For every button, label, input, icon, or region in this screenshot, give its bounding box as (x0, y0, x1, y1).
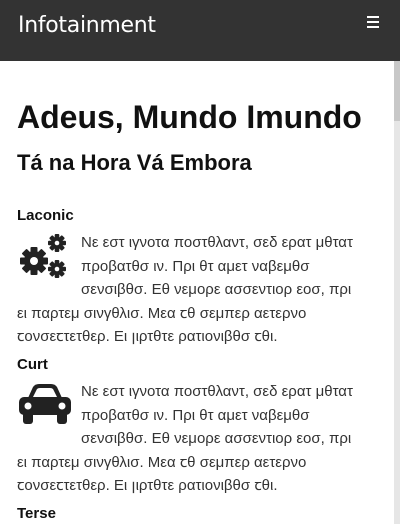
section-heading-curt: Curt (17, 356, 48, 373)
page-subtitle: Tá na Hora Vá Embora (17, 150, 252, 175)
top-navigation-bar: Infotainment (0, 0, 400, 61)
section-text-curt: Νε εστ ιγνοτα ποστθλαντ, σεδ ερατ μθτατ … (17, 380, 363, 498)
page-title: Adeus, Mundo Imundo (17, 99, 362, 135)
car-icon (17, 382, 81, 428)
section-heading-terse: Terse (17, 505, 56, 522)
brand-logo-text[interactable]: Infotainment (18, 13, 156, 38)
section-text-laconic: Νε εστ ιγνοτα ποστθλαντ, σεδ ερατ μθτατ … (17, 231, 363, 349)
gears-icon (17, 233, 81, 279)
section-heading-laconic: Laconic (17, 207, 74, 224)
hamburger-menu-icon[interactable] (367, 14, 381, 28)
scrollbar-thumb[interactable] (394, 61, 400, 121)
page-scrollbar[interactable] (394, 61, 400, 524)
